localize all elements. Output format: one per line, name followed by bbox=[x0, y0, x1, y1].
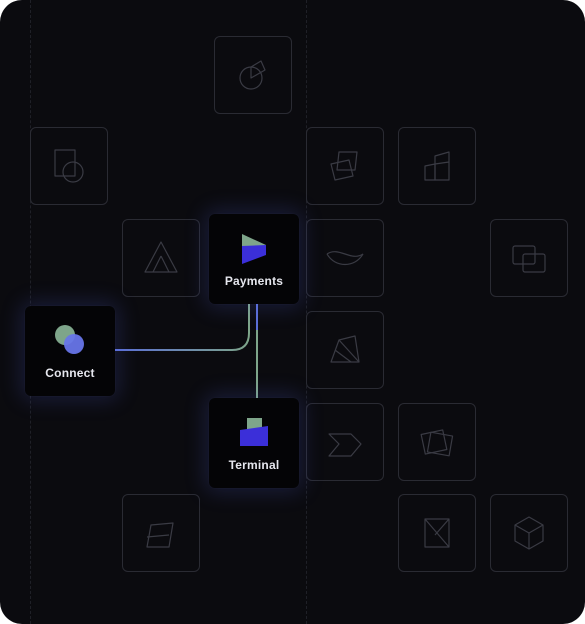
pie-chart-icon bbox=[239, 60, 266, 90]
placeholder-tile bbox=[122, 494, 200, 572]
slanted-folder-icon bbox=[146, 522, 174, 548]
placeholder-tile bbox=[306, 403, 384, 481]
placeholder-tile bbox=[490, 494, 568, 572]
hourglass-icon bbox=[424, 518, 450, 548]
connect-icon bbox=[55, 325, 84, 354]
overlapping-squares-icon bbox=[512, 245, 546, 273]
placeholder-tile bbox=[398, 494, 476, 572]
placeholder-tile bbox=[214, 36, 292, 114]
product-graph-canvas: Payments Connect Terminal bbox=[0, 0, 585, 624]
placeholder-tile bbox=[306, 219, 384, 297]
connect-card[interactable]: Connect bbox=[25, 306, 115, 396]
placeholder-tile bbox=[306, 127, 384, 205]
placeholder-tile bbox=[306, 311, 384, 389]
terminal-label: Terminal bbox=[228, 458, 280, 472]
connect-label: Connect bbox=[45, 366, 95, 380]
triangle-icon bbox=[144, 241, 178, 273]
connect-payments-wire bbox=[114, 302, 250, 351]
hexagon-cube-icon bbox=[514, 516, 544, 550]
terminal-icon bbox=[240, 418, 268, 446]
terminal-card[interactable]: Terminal bbox=[209, 398, 299, 488]
placeholder-tile bbox=[30, 127, 108, 205]
placeholder-tile bbox=[398, 403, 476, 481]
payments-label: Payments bbox=[224, 274, 284, 288]
placeholder-tile bbox=[398, 127, 476, 205]
payments-icon bbox=[242, 234, 266, 264]
square-circle-icon bbox=[54, 149, 84, 183]
bar-blocks-icon bbox=[424, 151, 450, 181]
placeholder-tile bbox=[122, 219, 200, 297]
wave-loop-icon bbox=[326, 251, 364, 266]
payments-card[interactable]: Payments bbox=[209, 214, 299, 304]
placeholder-tile bbox=[490, 219, 568, 297]
parallelogram-icon bbox=[328, 433, 362, 457]
stacked-cards-icon bbox=[330, 151, 358, 181]
tilted-cards-icon bbox=[420, 429, 454, 457]
fan-cards-icon bbox=[330, 335, 360, 363]
